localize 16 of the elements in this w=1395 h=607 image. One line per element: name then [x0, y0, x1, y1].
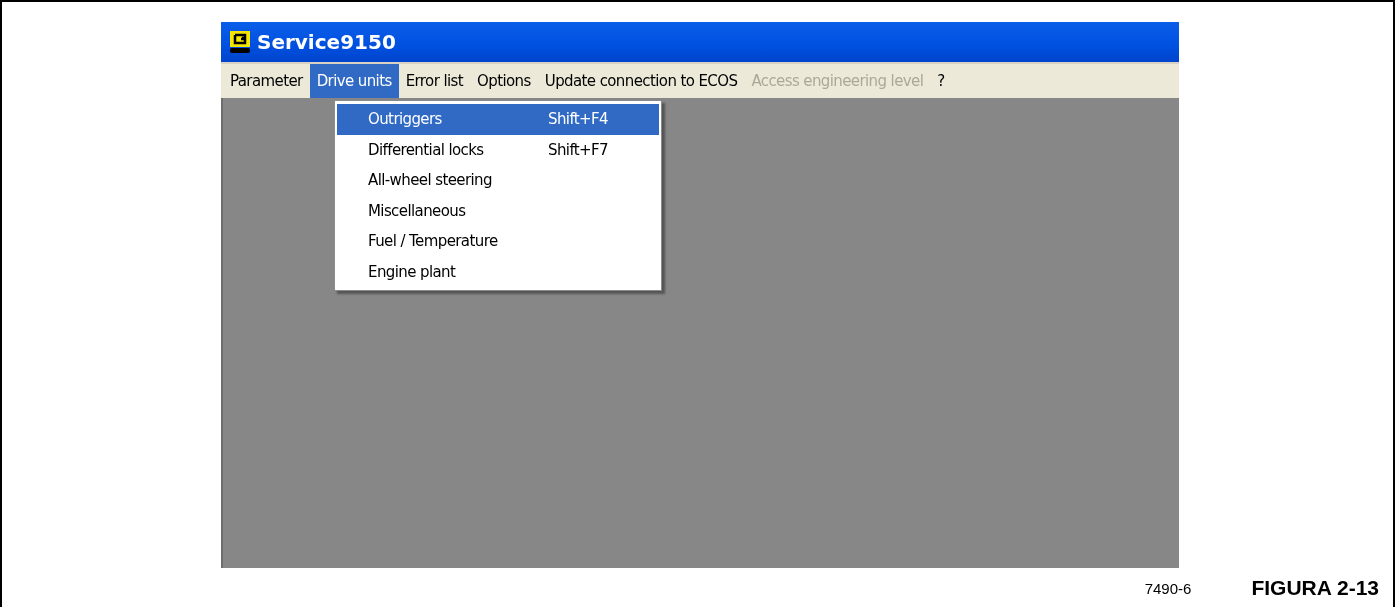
menu-item[interactable]: Options [470, 64, 538, 98]
dropdown-item[interactable]: Outriggers Shift+F4 [337, 104, 659, 135]
dropdown-item[interactable]: Differential locks Shift+F7 [337, 134, 659, 165]
dropdown-item[interactable]: Engine plant [337, 256, 659, 287]
window-title: Service9150 [257, 30, 396, 54]
menu-item[interactable]: Error list [398, 64, 471, 98]
app-logo-icon [229, 30, 251, 54]
dropdown-item[interactable]: All-wheel steering [337, 165, 659, 196]
figure-caption: FIGURA 2-13 [1251, 576, 1379, 600]
dropdown-item[interactable]: Fuel / Temperature [337, 226, 659, 257]
dropdown-item[interactable]: Miscellaneous [337, 195, 659, 226]
menu-item[interactable]: Parameter [223, 64, 310, 98]
figure-code: 7490-6 [1144, 579, 1192, 597]
menu-item[interactable]: ? [930, 64, 952, 98]
menu-item[interactable]: Update connection to ECOS [537, 64, 745, 98]
menu-item[interactable]: Drive units [309, 64, 399, 98]
